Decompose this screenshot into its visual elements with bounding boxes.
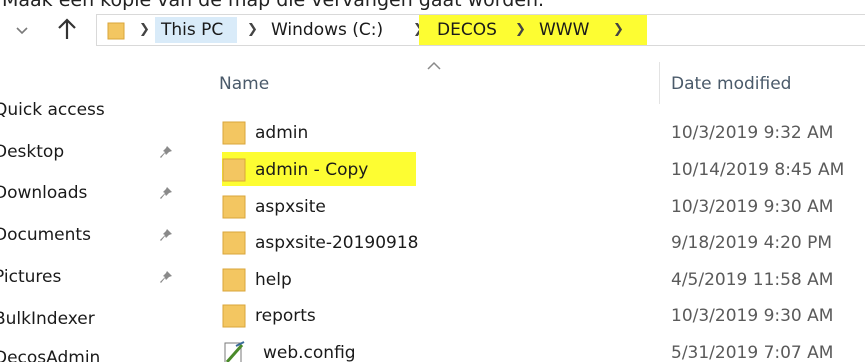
folder-icon	[222, 157, 246, 183]
file-date-modified: 5/31/2019 7:07 AM	[671, 343, 834, 362]
file-date-modified: 10/3/2019 9:30 AM	[671, 306, 834, 326]
pin-icon[interactable]	[158, 269, 174, 285]
crumb-www[interactable]: WWW	[539, 18, 589, 42]
file-date-modified: 10/3/2019 9:32 AM	[671, 123, 834, 143]
nav-item-label: Pictures	[0, 267, 62, 287]
file-name: web.config	[263, 343, 356, 362]
chevron-right-icon[interactable]: ❯	[139, 18, 150, 42]
file-date-modified: 4/5/2019 11:58 AM	[671, 270, 834, 290]
nav-item-label: DecosAdmin	[0, 348, 101, 362]
crumb-decos[interactable]: DECOS	[437, 18, 497, 42]
file-row-admin[interactable]: admin 10/3/2019 9:32 AM	[210, 115, 865, 151]
nav-item-documents[interactable]: Documents	[0, 221, 190, 249]
file-row-aspxsite[interactable]: aspxsite 10/3/2019 9:30 AM	[210, 189, 865, 225]
column-header-date-modified[interactable]: Date modified	[671, 72, 791, 96]
nav-item-decosadmin[interactable]: DecosAdmin	[0, 344, 190, 362]
file-name: aspxsite	[255, 197, 326, 217]
up-arrow-icon[interactable]	[56, 17, 78, 41]
folder-icon	[222, 120, 246, 146]
file-name: reports	[255, 306, 316, 326]
folder-icon	[107, 21, 125, 40]
navigation-toolbar: ❯ This PC ❯ Windows (C:) ❯ DECOS ❯ WWW ❯	[0, 12, 865, 50]
file-explorer-window: Maak een kopie van de map die vervangen …	[0, 0, 865, 362]
file-row-help[interactable]: help 4/5/2019 11:58 AM	[210, 262, 865, 298]
nav-item-label: Downloads	[0, 183, 88, 203]
crumb-this-pc[interactable]: This PC	[161, 18, 223, 42]
file-name: aspxsite-20190918	[255, 233, 419, 253]
file-row-reports[interactable]: reports 10/3/2019 9:30 AM	[210, 298, 865, 334]
file-row-admin-copy[interactable]: admin - Copy 10/14/2019 8:45 AM	[210, 152, 865, 188]
address-bar[interactable]: ❯ This PC ❯ Windows (C:) ❯ DECOS ❯ WWW ❯	[96, 14, 865, 46]
instruction-caption: Maak een kopie van de map die vervangen …	[2, 0, 545, 11]
pin-icon[interactable]	[158, 185, 174, 201]
nav-item-label: Quick access	[0, 100, 105, 120]
chevron-right-icon[interactable]: ❯	[515, 18, 526, 42]
column-divider[interactable]	[659, 62, 660, 104]
nav-item-label: Documents	[0, 225, 91, 245]
file-date-modified: 10/3/2019 9:30 AM	[671, 197, 834, 217]
file-name: admin - Copy	[255, 160, 369, 180]
file-row-web-config[interactable]: web.config 5/31/2019 7:07 AM	[210, 335, 865, 362]
config-file-icon	[222, 340, 246, 362]
chevron-right-icon[interactable]: ❯	[247, 18, 258, 42]
sort-ascending-icon	[427, 56, 441, 70]
file-row-aspxsite-20190918[interactable]: aspxsite-20190918 9/18/2019 4:20 PM	[210, 225, 865, 261]
file-name: admin	[255, 123, 309, 143]
folder-icon	[222, 194, 246, 220]
column-header-name[interactable]: Name	[219, 72, 269, 96]
nav-item-label: BulkIndexer	[0, 309, 95, 329]
pin-icon[interactable]	[158, 227, 174, 243]
folder-icon	[222, 230, 246, 256]
pin-icon[interactable]	[158, 144, 174, 160]
crumb-windows-c[interactable]: Windows (C:)	[271, 18, 383, 42]
chevron-right-icon[interactable]: ❯	[613, 18, 624, 42]
file-date-modified: 9/18/2019 4:20 PM	[671, 233, 833, 253]
nav-item-quick-access[interactable]: Quick access	[0, 96, 190, 124]
file-name: help	[255, 270, 292, 290]
file-date-modified: 10/14/2019 8:45 AM	[671, 160, 845, 180]
nav-item-desktop[interactable]: Desktop	[0, 138, 190, 166]
nav-item-pictures[interactable]: Pictures	[0, 263, 190, 291]
nav-item-downloads[interactable]: Downloads	[0, 179, 190, 207]
nav-item-label: Desktop	[0, 142, 65, 162]
navigation-pane: Quick access Desktop Downloads Documents…	[0, 90, 190, 362]
folder-icon	[222, 267, 246, 293]
folder-icon	[222, 303, 246, 329]
chevron-down-icon[interactable]	[14, 22, 30, 38]
nav-item-bulkindexer[interactable]: BulkIndexer	[0, 305, 190, 333]
